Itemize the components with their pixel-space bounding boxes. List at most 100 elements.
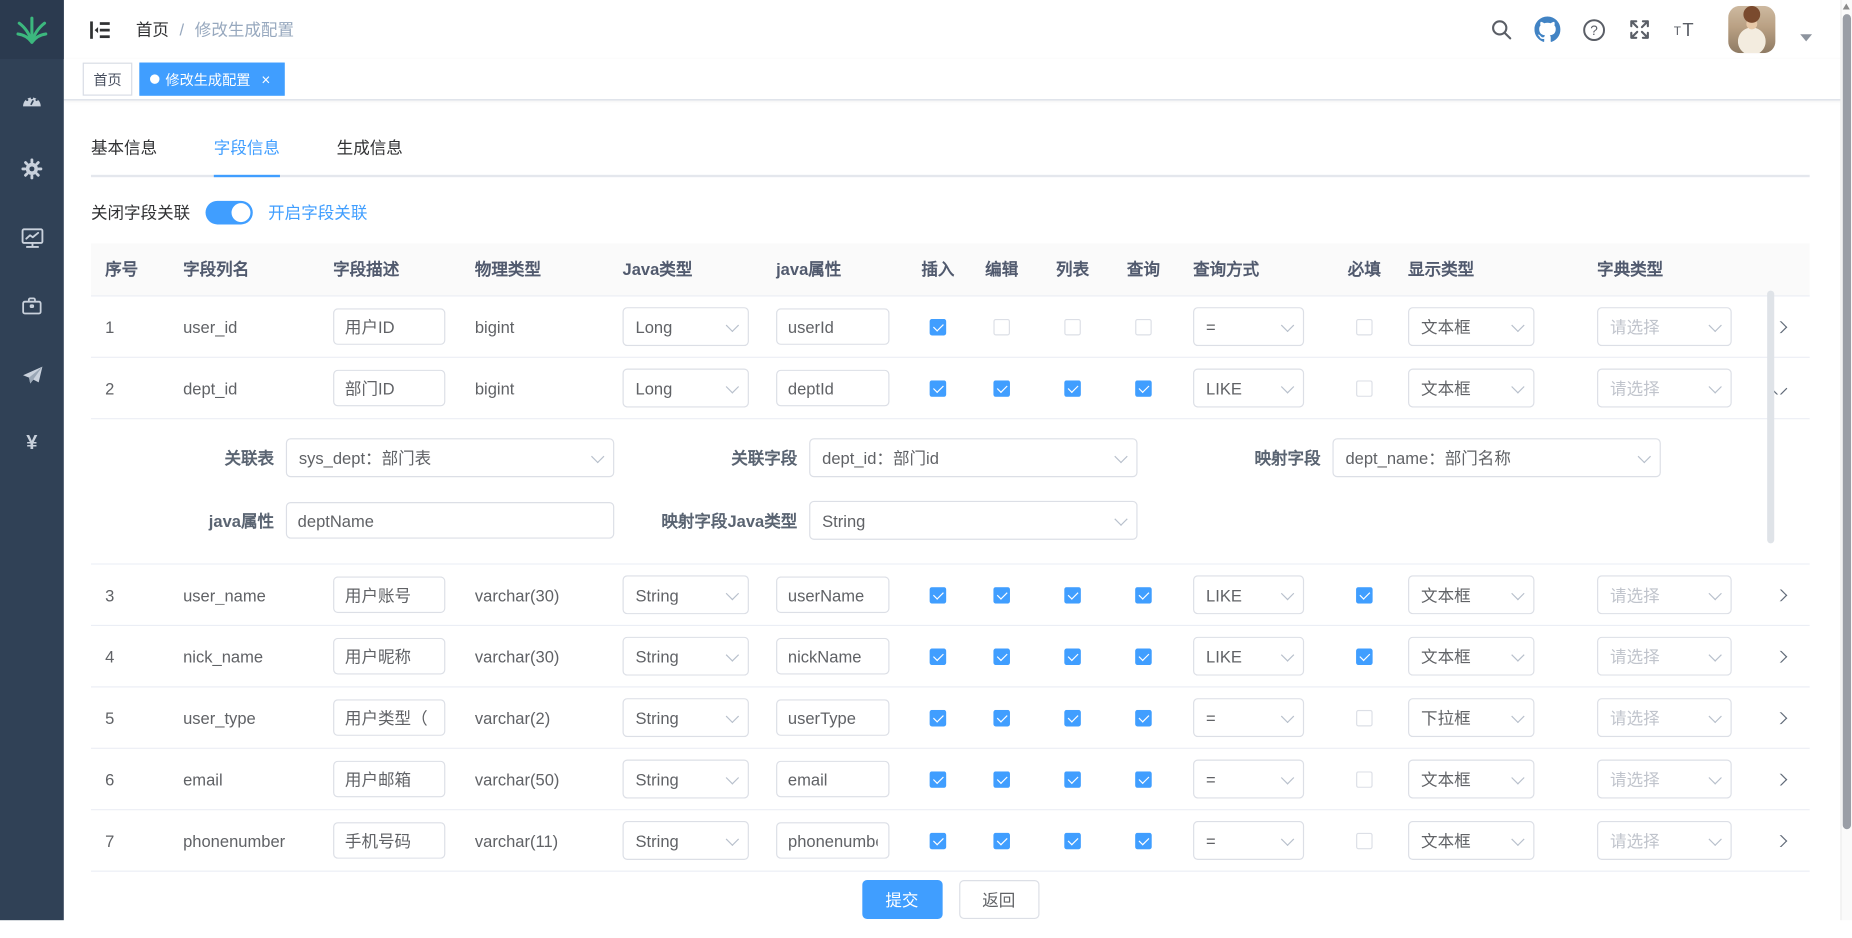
edit-checkbox[interactable] (993, 832, 1010, 849)
edit-checkbox[interactable] (993, 586, 1010, 603)
sidebar-toggle-button[interactable] (80, 17, 119, 42)
expand-arrow[interactable] (1771, 712, 1788, 724)
sidebar-item-system[interactable] (0, 135, 64, 204)
required-checkbox[interactable] (1356, 771, 1373, 788)
field-description-input[interactable] (333, 761, 445, 798)
display-type-select[interactable]: 文本框 (1408, 575, 1534, 614)
back-button[interactable]: 返回 (959, 880, 1039, 919)
sidebar-item-deploy[interactable] (0, 340, 64, 409)
java-type-select[interactable]: String (623, 760, 749, 799)
query-checkbox[interactable] (1135, 318, 1152, 335)
list-checkbox[interactable] (1064, 709, 1081, 726)
insert-checkbox[interactable] (930, 709, 947, 726)
map-field-select[interactable]: dept_name：部门名称 (1332, 438, 1660, 477)
expand-arrow[interactable] (1771, 589, 1788, 601)
field-description-input[interactable] (333, 370, 445, 407)
search-icon[interactable] (1488, 17, 1514, 43)
java-type-select[interactable]: Long (623, 369, 749, 408)
query-type-select[interactable]: = (1193, 760, 1304, 799)
required-checkbox[interactable] (1356, 709, 1373, 726)
query-type-select[interactable]: = (1193, 307, 1304, 346)
dict-type-select[interactable]: 请选择 (1597, 760, 1732, 799)
required-checkbox[interactable] (1356, 318, 1373, 335)
tab-field-info[interactable]: 字段信息 (214, 124, 280, 177)
list-checkbox[interactable] (1064, 380, 1081, 397)
tab-generate-info[interactable]: 生成信息 (337, 124, 403, 175)
edit-checkbox[interactable] (993, 318, 1010, 335)
java-type-select[interactable]: String (623, 575, 749, 614)
java-field-input[interactable] (776, 699, 889, 736)
list-checkbox[interactable] (1064, 648, 1081, 665)
expand-arrow[interactable] (1771, 835, 1788, 847)
scrollbar-up-arrow-icon[interactable] (1843, 4, 1850, 10)
submit-button[interactable]: 提交 (862, 880, 942, 919)
required-checkbox[interactable] (1356, 648, 1373, 665)
dict-type-select[interactable]: 请选择 (1597, 575, 1732, 614)
sidebar-item-tool[interactable] (0, 272, 64, 341)
java-field-input[interactable] (776, 822, 889, 859)
tag-edit-gen-config[interactable]: 修改生成配置 × (139, 63, 284, 96)
query-type-select[interactable]: = (1193, 698, 1304, 737)
query-checkbox[interactable] (1135, 832, 1152, 849)
query-type-select[interactable]: = (1193, 821, 1304, 860)
required-checkbox[interactable] (1356, 586, 1373, 603)
tab-basic-info[interactable]: 基本信息 (91, 124, 157, 175)
display-type-select[interactable]: 文本框 (1408, 760, 1534, 799)
breadcrumb-home[interactable]: 首页 (136, 18, 169, 42)
query-type-select[interactable]: LIKE (1193, 637, 1304, 676)
edit-checkbox[interactable] (993, 648, 1010, 665)
sidebar-item-dashboard[interactable] (0, 66, 64, 135)
dict-type-select[interactable]: 请选择 (1597, 698, 1732, 737)
list-checkbox[interactable] (1064, 771, 1081, 788)
question-icon[interactable]: ? (1581, 17, 1607, 43)
page-scrollbar-thumb[interactable] (1843, 14, 1851, 829)
query-type-select[interactable]: LIKE (1193, 369, 1304, 408)
query-checkbox[interactable] (1135, 648, 1152, 665)
tag-home[interactable]: 首页 (83, 63, 133, 96)
display-type-select[interactable]: 文本框 (1408, 821, 1534, 860)
list-checkbox[interactable] (1064, 318, 1081, 335)
fullscreen-icon[interactable] (1627, 17, 1653, 43)
insert-checkbox[interactable] (930, 832, 947, 849)
java-attr-input[interactable] (286, 502, 614, 539)
avatar[interactable] (1728, 6, 1775, 53)
display-type-select[interactable]: 下拉框 (1408, 698, 1534, 737)
caret-down-icon[interactable] (1800, 34, 1812, 41)
list-checkbox[interactable] (1064, 832, 1081, 849)
java-field-input[interactable] (776, 576, 889, 613)
sidebar-item-monitor[interactable] (0, 203, 64, 272)
expand-arrow[interactable] (1771, 650, 1788, 662)
field-description-input[interactable] (333, 308, 445, 345)
display-type-select[interactable]: 文本框 (1408, 637, 1534, 676)
edit-checkbox[interactable] (993, 709, 1010, 726)
page-scrollbar[interactable] (1840, 0, 1852, 920)
rel-field-select[interactable]: dept_id：部门id (809, 438, 1137, 477)
query-checkbox[interactable] (1135, 380, 1152, 397)
dict-type-select[interactable]: 请选择 (1597, 821, 1732, 860)
insert-checkbox[interactable] (930, 648, 947, 665)
display-type-select[interactable]: 文本框 (1408, 369, 1534, 408)
required-checkbox[interactable] (1356, 832, 1373, 849)
field-description-input[interactable] (333, 699, 445, 736)
required-checkbox[interactable] (1356, 380, 1373, 397)
insert-checkbox[interactable] (930, 586, 947, 603)
query-checkbox[interactable] (1135, 586, 1152, 603)
java-type-select[interactable]: String (623, 637, 749, 676)
dict-type-select[interactable]: 请选择 (1597, 307, 1732, 346)
insert-checkbox[interactable] (930, 318, 947, 335)
list-checkbox[interactable] (1064, 586, 1081, 603)
dict-type-select[interactable]: 请选择 (1597, 637, 1732, 676)
map-java-type-select[interactable]: String (809, 501, 1137, 540)
java-field-input[interactable] (776, 761, 889, 798)
java-field-input[interactable] (776, 308, 889, 345)
query-checkbox[interactable] (1135, 709, 1152, 726)
close-icon[interactable]: × (258, 71, 275, 88)
font-size-icon[interactable]: T T (1673, 17, 1699, 43)
query-checkbox[interactable] (1135, 771, 1152, 788)
java-field-input[interactable] (776, 370, 889, 407)
insert-checkbox[interactable] (930, 771, 947, 788)
java-type-select[interactable]: Long (623, 307, 749, 346)
java-type-select[interactable]: String (623, 698, 749, 737)
field-description-input[interactable] (333, 576, 445, 613)
rel-table-select[interactable]: sys_dept：部门表 (286, 438, 614, 477)
